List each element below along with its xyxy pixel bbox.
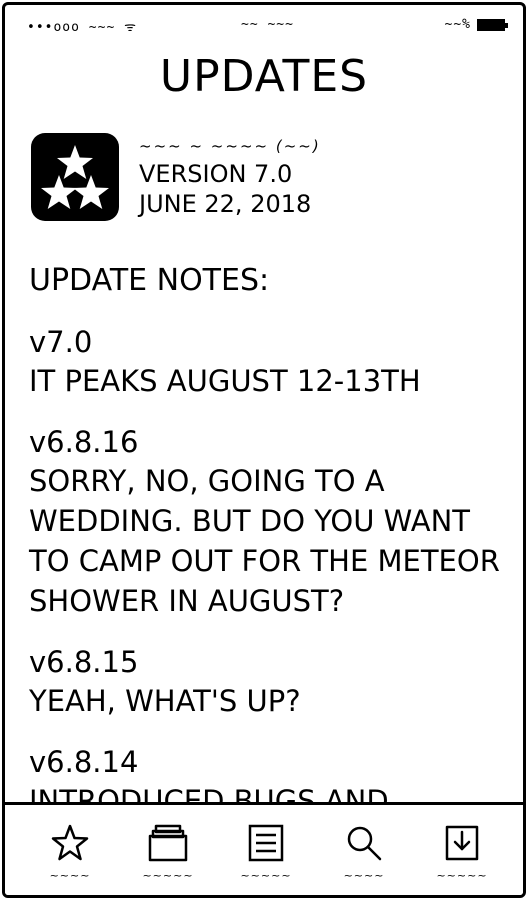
app-date: JUNE 22, 2018 <box>139 190 312 218</box>
tab-bar: ~~~~ ~~~~~ ~~~~~ ~~~~ ~~~~~ <box>5 802 523 895</box>
note-version: v6.8.14 <box>29 745 139 779</box>
three-stars-icon[interactable] <box>31 133 119 221</box>
notes-heading: UPDATE NOTES: <box>29 263 270 298</box>
note-version: v6.8.15 <box>29 645 139 679</box>
star-icon <box>51 824 89 861</box>
note-entry: v7.0 IT PEAKS AUGUST 12-13TH <box>29 323 507 401</box>
note-entry: v6.8.16 SORRY, NO, GOING TO A WEDDING. B… <box>29 423 507 621</box>
battery-icon <box>477 18 508 31</box>
tab-label: ~~~~ <box>49 869 91 882</box>
tab-label: ~~~~~ <box>142 869 194 882</box>
tab-updates[interactable]: ~~~~~ <box>425 823 499 891</box>
tab-label: ~~~~~ <box>240 869 292 882</box>
search-icon <box>347 826 382 861</box>
tab-label: ~~~~ <box>343 869 385 882</box>
carrier-signal: •••ooo ~~~ ᯤ <box>27 20 137 35</box>
list-icon <box>248 824 284 862</box>
note-entry: v6.8.15 YEAH, WHAT'S UP? <box>29 643 507 721</box>
tab-featured[interactable]: ~~~~ <box>33 823 107 891</box>
phone-screen: •••ooo ~~~ ᯤ ~~ ~~~ ~~% UPDATES ~~~ ~ ~~… <box>2 2 526 898</box>
battery-percent: ~~% <box>444 17 471 32</box>
battery-status: ~~% <box>444 17 508 32</box>
tab-search[interactable]: ~~~~ <box>327 823 401 891</box>
note-version: v7.0 <box>29 325 93 359</box>
app-header[interactable]: ~~~ ~ ~~~~ (~~) VERSION 7.0 JUNE 22, 201… <box>31 133 503 229</box>
status-bar: •••ooo ~~~ ᯤ ~~ ~~~ ~~% <box>5 5 523 49</box>
app-meta: ~~~ ~ ~~~~ (~~) VERSION 7.0 JUNE 22, 201… <box>139 133 321 219</box>
page-title: UPDATES <box>159 51 369 102</box>
download-icon <box>445 825 479 861</box>
app-version: VERSION 7.0 <box>139 160 293 188</box>
clock: ~~ ~~~ <box>241 17 294 32</box>
tab-top-charts[interactable]: ~~~~~ <box>229 823 303 891</box>
tab-label: ~~~~~ <box>436 869 488 882</box>
app-name: ~~~ ~ ~~~~ (~~) <box>139 137 321 155</box>
note-version: v6.8.16 <box>29 425 139 459</box>
note-text: YEAH, WHAT'S UP? <box>29 684 301 718</box>
stack-icon <box>148 824 188 862</box>
note-text: SORRY, NO, GOING TO A WEDDING. BUT DO YO… <box>29 464 500 618</box>
tab-categories[interactable]: ~~~~~ <box>131 823 205 891</box>
update-notes: UPDATE NOTES: v7.0 IT PEAKS AUGUST 12-13… <box>29 261 507 883</box>
note-text: IT PEAKS AUGUST 12-13TH <box>29 364 421 398</box>
